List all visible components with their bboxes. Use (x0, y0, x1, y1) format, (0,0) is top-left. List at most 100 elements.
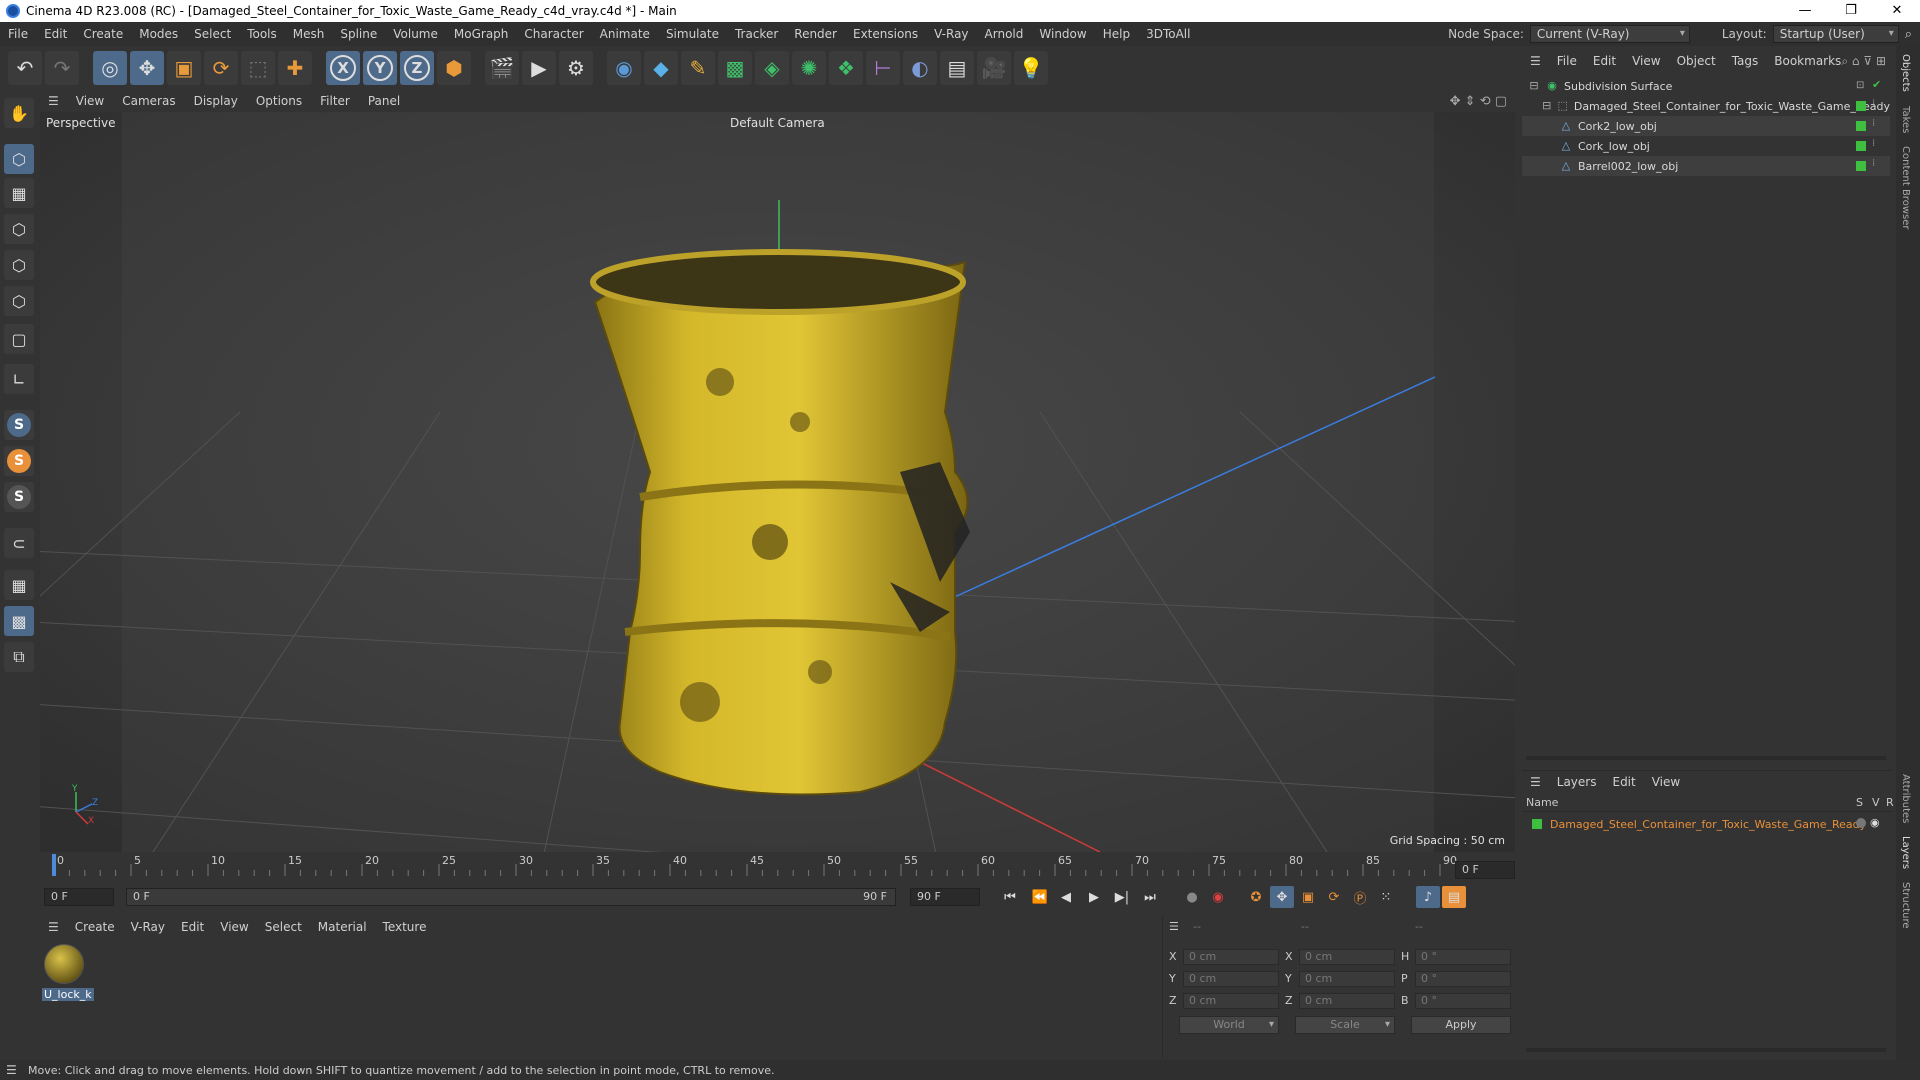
object-row-cork2[interactable]: △ Cork2_low_obj ⁞ (1522, 116, 1890, 136)
layer-color-tag[interactable] (1856, 161, 1866, 171)
material-menu-edit[interactable]: Edit (173, 920, 212, 934)
enabled-check-icon[interactable]: ✔ (1872, 78, 1881, 91)
material-menu-select[interactable]: Select (257, 920, 310, 934)
layer-color-tag[interactable] (1856, 141, 1866, 151)
motion-system-icon[interactable]: ♪ (1416, 886, 1440, 908)
menu-modes[interactable]: Modes (131, 27, 186, 41)
previous-keyframe-icon[interactable]: ⏪ (1028, 886, 1052, 908)
current-frame-field[interactable]: 0 F (1455, 861, 1515, 879)
undo-icon[interactable]: ↶ (8, 51, 42, 85)
menu-extensions[interactable]: Extensions (845, 27, 926, 41)
pos-x-field[interactable]: 0 cm (1183, 949, 1279, 965)
size-y-field[interactable]: 0 cm (1299, 971, 1395, 987)
extrude-icon[interactable]: ◈ (755, 51, 789, 85)
rot-b-field[interactable]: 0 ° (1415, 993, 1511, 1009)
y-axis-lock-button[interactable]: Y (363, 51, 397, 85)
key-position-icon[interactable]: ✥ (1270, 886, 1294, 908)
snap-settings-button[interactable]: S (4, 446, 34, 476)
render-view-icon[interactable]: 🎬 (485, 51, 519, 85)
record-icon[interactable]: ● (1180, 886, 1204, 908)
visibility-dots[interactable]: ⁞ (1872, 118, 1875, 129)
status-menu-icon[interactable]: ☰ (6, 1063, 17, 1077)
viewport-menu-filter[interactable]: Filter (311, 94, 359, 108)
object-menu-tags[interactable]: Tags (1724, 54, 1767, 68)
texture-mode-icon[interactable]: ▦ (4, 178, 34, 208)
previous-frame-icon[interactable]: ◀ (1054, 886, 1078, 908)
menu-arnold[interactable]: Arnold (977, 27, 1032, 41)
material-menu-material[interactable]: Material (310, 920, 375, 934)
key-rotation-icon[interactable]: ⟳ (1322, 886, 1346, 908)
menu-create[interactable]: Create (75, 27, 131, 41)
create-object-icon[interactable]: ✚ (278, 51, 312, 85)
object-row-barrel[interactable]: △ Barrel002_low_obj ⁞ (1522, 156, 1890, 176)
snap-button[interactable]: S (4, 410, 34, 440)
visibility-dots[interactable]: ⁞ (1872, 98, 1875, 109)
go-to-start-icon[interactable]: ⏮ (998, 886, 1022, 908)
material-name-label[interactable]: U_lock_k (42, 988, 94, 1001)
size-z-field[interactable]: 0 cm (1299, 993, 1395, 1009)
object-menu-edit[interactable]: Edit (1585, 54, 1624, 68)
menu-help[interactable]: Help (1095, 27, 1138, 41)
make-editable-icon[interactable]: ✋ (4, 98, 34, 128)
layers-menu-view[interactable]: View (1644, 775, 1688, 789)
workplane-icon[interactable]: ∟ (4, 364, 34, 394)
render-settings-icon[interactable]: ⚙ (559, 51, 593, 85)
tab-takes[interactable]: Takes (1900, 106, 1911, 133)
field-icon[interactable]: ◐ (903, 51, 937, 85)
viewport-menu-display[interactable]: Display (185, 94, 247, 108)
next-frame-icon[interactable]: ▶| (1110, 886, 1134, 908)
menu-edit[interactable]: Edit (36, 27, 75, 41)
material-menu-icon[interactable]: ☰ (40, 920, 67, 934)
toxic-barrel-model[interactable] (590, 249, 970, 796)
expand-icon[interactable]: ⊟ (1528, 80, 1540, 92)
polygons-mode-icon[interactable]: ⬡ (4, 286, 34, 316)
python-icon[interactable]: ◉ (607, 51, 641, 85)
layout-dropdown[interactable]: Startup (User) (1772, 25, 1899, 43)
key-pla-icon[interactable]: ⁙ (1374, 886, 1398, 908)
layer-color-tag[interactable] (1856, 101, 1866, 111)
mograph-icon[interactable]: ❖ (829, 51, 863, 85)
menu-3dtoall[interactable]: 3DToAll (1138, 27, 1198, 41)
material-menu-vray[interactable]: V-Ray (123, 920, 173, 934)
menu-volume[interactable]: Volume (385, 27, 446, 41)
subdivision-icon[interactable]: ▩ (718, 51, 752, 85)
tab-objects[interactable]: Objects (1900, 54, 1911, 92)
edges-mode-icon[interactable]: ⬡ (4, 250, 34, 280)
viewport-menu-cameras[interactable]: Cameras (113, 94, 184, 108)
menu-tools[interactable]: Tools (239, 27, 285, 41)
menu-file[interactable]: File (0, 27, 36, 41)
x-axis-lock-button[interactable]: X (326, 51, 360, 85)
start-frame-field[interactable]: 0 F (44, 888, 114, 906)
play-icon[interactable]: ▶ (1082, 886, 1106, 908)
layer-row[interactable]: Damaged_Steel_Container_for_Toxic_Waste_… (1522, 814, 1890, 834)
object-manager-scrollbar[interactable] (1526, 756, 1886, 760)
menu-mesh[interactable]: Mesh (285, 27, 333, 41)
3d-viewport[interactable]: Perspective Default Camera Grid Spacing … (40, 112, 1515, 852)
keyframe-selection-icon[interactable]: ✪ (1244, 886, 1268, 908)
end-frame-field[interactable]: 90 F (910, 888, 980, 906)
quantize-button[interactable]: S (4, 482, 34, 512)
object-menu-icon[interactable]: ☰ (1522, 54, 1549, 68)
material-menu-view[interactable]: View (212, 920, 256, 934)
object-menu-view[interactable]: View (1624, 54, 1668, 68)
size-x-field[interactable]: 0 cm (1299, 949, 1395, 965)
coord-system-dropdown[interactable]: World (1179, 1016, 1279, 1034)
layer-color-tag[interactable] (1856, 121, 1866, 131)
menu-select[interactable]: Select (186, 27, 239, 41)
uv-mode-icon[interactable]: ▢ (4, 324, 34, 354)
pos-z-field[interactable]: 0 cm (1183, 993, 1279, 1009)
visibility-dots[interactable]: ⁞ (1872, 158, 1875, 169)
camera-icon[interactable]: 🎥 (977, 51, 1011, 85)
layers-scrollbar[interactable] (1526, 1048, 1886, 1052)
layers-menu-edit[interactable]: Edit (1604, 775, 1643, 789)
coords-menu-icon[interactable]: ☰ (1169, 920, 1179, 933)
paint-icon[interactable]: ⧉ (4, 642, 34, 672)
frame-range-slider[interactable]: 0 F 90 F (126, 888, 896, 906)
object-row-cork[interactable]: △ Cork_low_obj ⁞ (1522, 136, 1890, 156)
menu-simulate[interactable]: Simulate (658, 27, 727, 41)
floor-icon[interactable]: ▤ (940, 51, 974, 85)
live-selection-icon[interactable]: ◎ (93, 51, 127, 85)
layers-menu-icon[interactable]: ☰ (1522, 775, 1549, 789)
cloner-icon[interactable]: ✺ (792, 51, 826, 85)
grid-icon[interactable]: ▦ (4, 570, 34, 600)
